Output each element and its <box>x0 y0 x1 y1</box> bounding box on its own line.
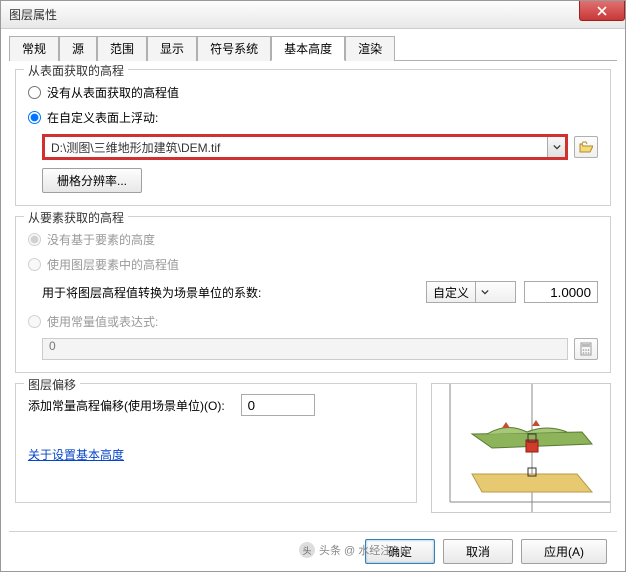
factor-unit-text: 自定义 <box>427 284 475 301</box>
offset-section: 图层偏移 添加常量高程偏移(使用场景单位)(O): 关于设置基本高度 <box>15 383 611 513</box>
surface-path-text: D:\测图\三维地形加建筑\DEM.tif <box>45 139 547 156</box>
radio-no-feature: 没有基于要素的高度 <box>28 231 598 248</box>
calculator-button <box>574 338 598 360</box>
chevron-down-icon[interactable] <box>547 137 565 157</box>
radio-use-const: 使用常量值或表达式: <box>28 313 598 330</box>
browse-button[interactable] <box>574 136 598 158</box>
content-area: 常规 源 范围 显示 符号系统 基本高度 渲染 从表面获取的高程 没有从表面获取… <box>1 29 625 571</box>
watermark: 头 头条 @ 水经注GIS <box>299 542 410 558</box>
tab-symbology[interactable]: 符号系统 <box>197 36 271 61</box>
radio-use-const-label: 使用常量值或表达式: <box>47 313 158 330</box>
const-row: 0 <box>42 338 598 360</box>
offset-label: 添加常量高程偏移(使用场景单位)(O): <box>28 397 225 414</box>
raster-resolution-button[interactable]: 栅格分辨率... <box>42 168 142 193</box>
chevron-down-icon[interactable] <box>475 282 493 302</box>
apply-button[interactable]: 应用(A) <box>521 539 607 564</box>
cancel-button[interactable]: 取消 <box>443 539 513 564</box>
tab-base-heights[interactable]: 基本高度 <box>271 36 345 61</box>
tab-display[interactable]: 显示 <box>147 36 197 61</box>
factor-value-input[interactable] <box>524 281 598 303</box>
folder-open-icon <box>579 141 593 153</box>
group-feature-elevation: 从要素获取的高程 没有基于要素的高度 使用图层要素中的高程值 用于将图层高程值转… <box>15 216 611 373</box>
dialog-footer: 头 头条 @ 水经注GIS 确定 取消 应用(A) <box>9 531 617 571</box>
tab-rendering[interactable]: 渲染 <box>345 36 395 61</box>
radio-use-layer-input <box>28 258 41 271</box>
tab-extent[interactable]: 范围 <box>97 36 147 61</box>
const-value-field: 0 <box>42 338 568 360</box>
titlebar: 图层属性 <box>1 1 625 29</box>
tab-strip: 常规 源 范围 显示 符号系统 基本高度 渲染 <box>9 35 617 61</box>
factor-label: 用于将图层高程值转换为场景单位的系数: <box>42 284 261 301</box>
tab-general[interactable]: 常规 <box>9 36 59 61</box>
help-link[interactable]: 关于设置基本高度 <box>28 446 124 463</box>
factor-row: 用于将图层高程值转换为场景单位的系数: 自定义 <box>42 281 598 303</box>
radio-no-feature-input <box>28 233 41 246</box>
group-surface-elevation: 从表面获取的高程 没有从表面获取的高程值 在自定义表面上浮动: D:\测图\三维… <box>15 69 611 206</box>
offset-value-input[interactable] <box>241 394 315 416</box>
group-legend-2: 从要素获取的高程 <box>24 209 128 226</box>
radio-use-layer-label: 使用图层要素中的高程值 <box>47 256 179 273</box>
radio-float-surface-label: 在自定义表面上浮动: <box>47 109 158 126</box>
radio-float-surface-input[interactable] <box>28 111 41 124</box>
radio-no-surface-input[interactable] <box>28 86 41 99</box>
surface-path-row: D:\测图\三维地形加建筑\DEM.tif <box>42 134 598 160</box>
calculator-icon <box>580 342 592 356</box>
elevation-preview <box>431 383 611 513</box>
tab-body: 从表面获取的高程 没有从表面获取的高程值 在自定义表面上浮动: D:\测图\三维… <box>9 61 617 531</box>
factor-unit-select[interactable]: 自定义 <box>426 281 516 303</box>
radio-no-feature-label: 没有基于要素的高度 <box>47 231 155 248</box>
watermark-text: 头条 @ 水经注GIS <box>319 542 410 558</box>
group-offset: 图层偏移 添加常量高程偏移(使用场景单位)(O): 关于设置基本高度 <box>15 383 417 503</box>
radio-float-surface[interactable]: 在自定义表面上浮动: <box>28 109 598 126</box>
close-button[interactable] <box>579 1 625 21</box>
radio-use-const-input <box>28 315 41 328</box>
offset-row: 添加常量高程偏移(使用场景单位)(O): <box>28 394 404 416</box>
tab-source[interactable]: 源 <box>59 36 97 61</box>
radio-no-surface[interactable]: 没有从表面获取的高程值 <box>28 84 598 101</box>
avatar-icon: 头 <box>299 542 315 558</box>
group-legend-3: 图层偏移 <box>24 376 80 393</box>
window-title: 图层属性 <box>9 6 57 23</box>
surface-path-dropdown[interactable]: D:\测图\三维地形加建筑\DEM.tif <box>42 134 568 160</box>
radio-no-surface-label: 没有从表面获取的高程值 <box>47 84 179 101</box>
dialog-window: 图层属性 常规 源 范围 显示 符号系统 基本高度 渲染 从表面获取的高程 没有… <box>0 0 626 572</box>
group-legend: 从表面获取的高程 <box>24 62 128 79</box>
radio-use-layer: 使用图层要素中的高程值 <box>28 256 598 273</box>
preview-illustration <box>432 384 610 512</box>
